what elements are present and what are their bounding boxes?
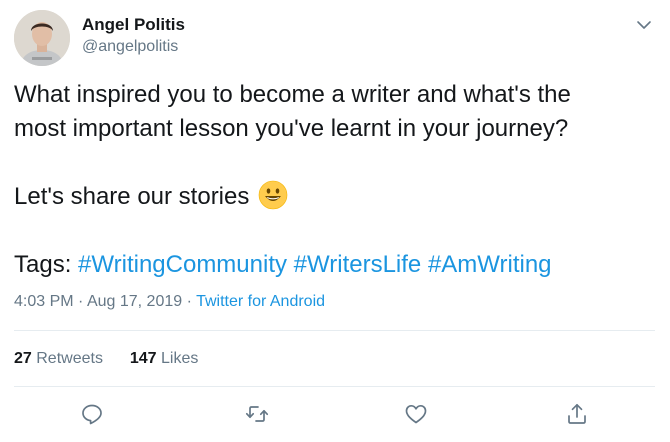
likes-label: Likes xyxy=(161,350,199,367)
like-button[interactable] xyxy=(404,402,428,426)
retweet-button[interactable] xyxy=(245,402,269,426)
divider xyxy=(14,330,655,331)
tweet-text-span: Let's share our stories xyxy=(14,183,250,210)
tweet-tags-line: Tags: #WritingCommunity #WritersLife #Am… xyxy=(14,248,659,282)
tweet-source-link[interactable]: Twitter for Android xyxy=(196,293,325,310)
tweet-text-line: most important lesson you've learnt in y… xyxy=(14,115,569,142)
author-handle[interactable]: @angelpolitis xyxy=(82,38,178,56)
hashtag-link[interactable]: #WritersLife xyxy=(294,251,422,278)
reply-button[interactable] xyxy=(80,402,104,426)
share-icon xyxy=(568,403,586,424)
tweet-meta: 4:03 PM · Aug 17, 2019 · Twitter for And… xyxy=(14,293,325,311)
tweet-time[interactable]: 4:03 PM xyxy=(14,293,74,310)
likes-stat[interactable]: 147 Likes xyxy=(130,350,199,367)
avatar-photo xyxy=(14,10,70,66)
smiling-face-emoji xyxy=(258,180,288,210)
tweet-text: What inspired you to become a writer and… xyxy=(14,78,659,282)
tweet-stats: 27 Retweets 147 Likes xyxy=(14,350,198,368)
hashtag-link[interactable]: #WritingCommunity xyxy=(78,251,287,278)
tweet-date[interactable]: Aug 17, 2019 xyxy=(87,293,182,310)
chevron-down-icon[interactable] xyxy=(636,18,652,30)
author-name[interactable]: Angel Politis xyxy=(82,15,185,35)
tweet-card: Angel Politis @angelpolitis What inspire… xyxy=(0,0,670,442)
retweets-stat[interactable]: 27 Retweets xyxy=(14,350,103,367)
share-button[interactable] xyxy=(565,402,589,426)
hashtag-link[interactable]: #AmWriting xyxy=(428,251,552,278)
retweets-count: 27 xyxy=(14,350,32,367)
reply-icon xyxy=(82,404,102,425)
tweet-text-line: What inspired you to become a writer and… xyxy=(14,81,571,108)
divider xyxy=(14,386,655,387)
tags-prefix: Tags: xyxy=(14,251,72,278)
meta-separator: · xyxy=(186,293,192,310)
retweet-icon xyxy=(245,406,269,422)
avatar[interactable] xyxy=(14,10,70,66)
likes-count: 147 xyxy=(129,350,157,367)
meta-separator: · xyxy=(78,293,84,310)
tweet-text-line: Let's share our stories xyxy=(14,180,659,214)
heart-icon xyxy=(405,404,427,424)
retweets-label: Retweets xyxy=(36,350,103,367)
